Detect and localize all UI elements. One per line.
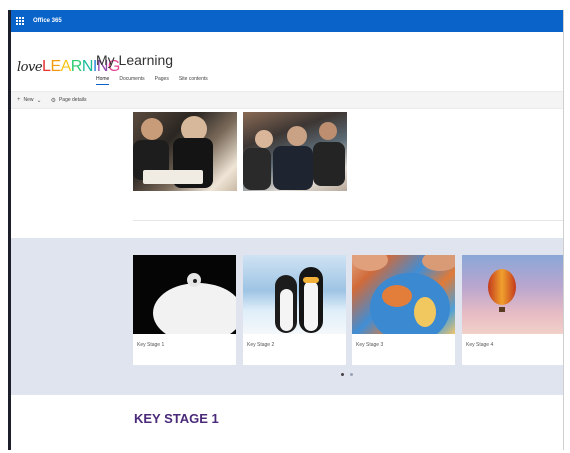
swan-photo bbox=[133, 255, 236, 334]
section-heading: KEY STAGE 1 bbox=[134, 411, 219, 426]
card-label: Key Stage 3 bbox=[356, 342, 384, 348]
nav-site-contents[interactable]: Site contents bbox=[179, 76, 208, 85]
site-title[interactable]: My Learning bbox=[96, 52, 173, 68]
carousel-dot-1[interactable] bbox=[341, 373, 344, 376]
app-launcher-icon[interactable] bbox=[13, 10, 27, 32]
card-label: Key Stage 4 bbox=[466, 342, 494, 348]
suite-bar: Office 365 bbox=[11, 10, 563, 32]
section-divider bbox=[133, 220, 563, 221]
nav-pages[interactable]: Pages bbox=[155, 76, 169, 85]
chevron-down-icon: ⌄ bbox=[36, 97, 42, 104]
classroom-photo-2 bbox=[243, 112, 347, 191]
globe-photo bbox=[352, 255, 455, 334]
penguins-photo bbox=[243, 255, 346, 334]
carousel-pager bbox=[341, 373, 353, 376]
hot-air-balloon-photo bbox=[462, 255, 563, 334]
nav-documents[interactable]: Documents bbox=[119, 76, 144, 85]
site-header: loveLEARNING My Learning Home Documents … bbox=[11, 32, 563, 98]
key-stage-3-card[interactable]: Key Stage 3 bbox=[352, 255, 455, 365]
site-nav: Home Documents Pages Site contents bbox=[96, 76, 208, 85]
key-stage-4-card[interactable]: Key Stage 4 bbox=[462, 255, 563, 365]
browser-frame: Office 365 loveLEARNING My Learning Home… bbox=[8, 10, 564, 450]
command-bar: + New ⌄ ⚙ Page details bbox=[11, 91, 563, 109]
nav-home[interactable]: Home bbox=[96, 76, 110, 85]
settings-icon: ⚙ bbox=[50, 97, 56, 104]
page-details-button[interactable]: ⚙ Page details bbox=[51, 97, 87, 104]
suite-title[interactable]: Office 365 bbox=[33, 18, 62, 24]
carousel-dot-2[interactable] bbox=[350, 373, 353, 376]
key-stage-1-card[interactable]: Key Stage 1 bbox=[133, 255, 236, 365]
card-label: Key Stage 2 bbox=[247, 342, 275, 348]
page-details-label: Page details bbox=[58, 97, 87, 103]
plus-icon: + bbox=[17, 97, 21, 103]
classroom-photo-1 bbox=[133, 112, 237, 191]
new-button[interactable]: + New ⌄ bbox=[17, 97, 45, 104]
new-label: New bbox=[23, 97, 34, 103]
card-label: Key Stage 1 bbox=[137, 342, 165, 348]
key-stage-2-card[interactable]: Key Stage 2 bbox=[243, 255, 346, 365]
